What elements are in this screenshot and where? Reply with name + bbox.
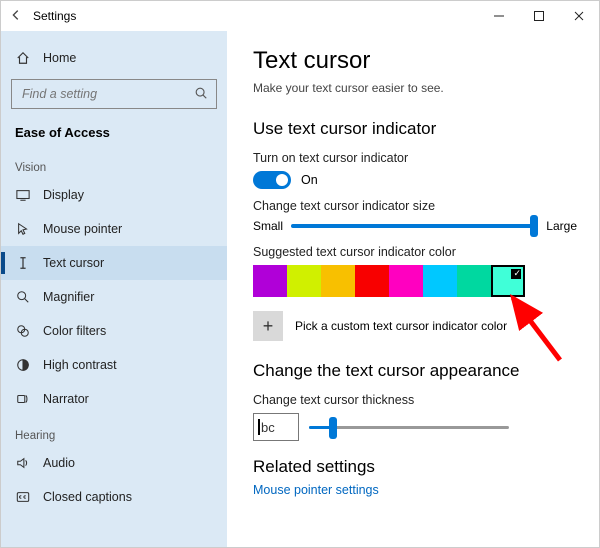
closed-captions-icon [15, 490, 31, 504]
sidebar-item-closed-captions[interactable]: Closed captions [1, 480, 227, 514]
window-controls [479, 1, 599, 31]
plus-icon: + [253, 311, 283, 341]
display-icon [15, 188, 31, 202]
close-button[interactable] [559, 1, 599, 31]
thickness-slider[interactable] [309, 426, 509, 429]
mouse-pointer-link[interactable]: Mouse pointer settings [253, 483, 577, 497]
color-swatch[interactable] [423, 265, 457, 297]
search-input[interactable] [20, 86, 194, 102]
text-cursor-icon [15, 256, 31, 270]
home-icon [15, 51, 31, 65]
sidebar-item-label: Color filters [43, 324, 106, 338]
sidebar-item-label: Audio [43, 456, 75, 470]
section-related: Related settings [253, 457, 577, 477]
color-filters-icon [15, 324, 31, 338]
thickness-preview: bc [253, 413, 299, 441]
size-large-label: Large [546, 219, 577, 233]
home-nav[interactable]: Home [1, 41, 227, 75]
sidebar-item-label: Mouse pointer [43, 222, 122, 236]
sidebar-item-text-cursor[interactable]: Text cursor [1, 246, 227, 280]
search-icon [194, 86, 208, 103]
color-swatch[interactable] [253, 265, 287, 297]
toggle-state: On [301, 173, 318, 187]
sidebar-item-label: Text cursor [43, 256, 104, 270]
color-swatches: ✓ [253, 265, 577, 297]
minimize-button[interactable] [479, 1, 519, 31]
sidebar-item-audio[interactable]: Audio [1, 446, 227, 480]
sidebar-item-high-contrast[interactable]: High contrast [1, 348, 227, 382]
sidebar-item-label: High contrast [43, 358, 117, 372]
indicator-size-slider[interactable] [291, 224, 538, 228]
sidebar-item-label: Closed captions [43, 490, 132, 504]
sidebar-item-narrator[interactable]: Narrator [1, 382, 227, 416]
color-swatch[interactable] [321, 265, 355, 297]
group-vision: Vision [1, 148, 227, 178]
color-swatch[interactable] [389, 265, 423, 297]
custom-color-button[interactable]: + Pick a custom text cursor indicator co… [253, 311, 577, 341]
home-label: Home [43, 51, 76, 65]
maximize-button[interactable] [519, 1, 559, 31]
sidebar-item-label: Magnifier [43, 290, 94, 304]
app-title: Settings [33, 9, 76, 23]
sidebar-item-magnifier[interactable]: Magnifier [1, 280, 227, 314]
sidebar-item-mouse-pointer[interactable]: Mouse pointer [1, 212, 227, 246]
narrator-icon [15, 392, 31, 406]
section-header: Ease of Access [1, 119, 227, 148]
audio-icon [15, 456, 31, 470]
titlebar: Settings [1, 1, 599, 31]
search-box[interactable] [11, 79, 217, 109]
color-swatch[interactable]: ✓ [491, 265, 525, 297]
color-swatch[interactable] [457, 265, 491, 297]
section-appearance: Change the text cursor appearance [253, 361, 577, 381]
magnifier-icon [15, 290, 31, 304]
indicator-toggle[interactable]: On [253, 171, 577, 189]
page-subtitle: Make your text cursor easier to see. [253, 81, 577, 95]
section-indicator: Use text cursor indicator [253, 119, 577, 139]
sidebar: Home Ease of Access Vision Display Mouse… [1, 31, 227, 547]
thickness-caption: Change text cursor thickness [253, 393, 577, 407]
color-swatch[interactable] [355, 265, 389, 297]
color-caption: Suggested text cursor indicator color [253, 245, 577, 259]
back-icon[interactable] [9, 8, 23, 25]
sidebar-item-color-filters[interactable]: Color filters [1, 314, 227, 348]
sidebar-item-label: Narrator [43, 392, 89, 406]
group-hearing: Hearing [1, 416, 227, 446]
content-pane: Text cursor Make your text cursor easier… [227, 31, 599, 547]
high-contrast-icon [15, 358, 31, 372]
page-title: Text cursor [253, 47, 577, 75]
size-caption: Change text cursor indicator size [253, 199, 577, 213]
custom-color-label: Pick a custom text cursor indicator colo… [295, 319, 507, 333]
sidebar-item-display[interactable]: Display [1, 178, 227, 212]
sidebar-item-label: Display [43, 188, 84, 202]
color-swatch[interactable] [287, 265, 321, 297]
size-small-label: Small [253, 219, 283, 233]
mouse-pointer-icon [15, 222, 31, 236]
toggle-caption: Turn on text cursor indicator [253, 151, 577, 165]
